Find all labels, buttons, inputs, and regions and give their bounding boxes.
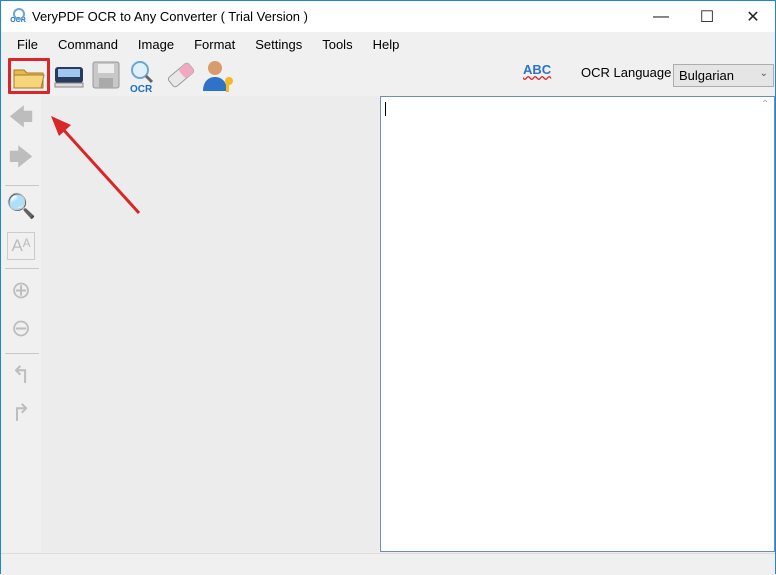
rotate-left-icon: ↰ (10, 361, 32, 389)
spell-check-button[interactable]: ABC (523, 62, 555, 94)
menu-file[interactable]: File (7, 37, 48, 52)
menu-tools[interactable]: Tools (312, 37, 362, 52)
app-icon: OCR (10, 7, 26, 26)
status-bar (1, 553, 775, 574)
menu-help[interactable]: Help (363, 37, 410, 52)
title-bar: OCR VeryPDF OCR to Any Converter ( Trial… (1, 1, 775, 32)
previous-page-button[interactable]: 🡄 (7, 104, 35, 134)
image-viewer[interactable] (41, 96, 379, 552)
rotate-right-icon: ↱ (10, 399, 32, 427)
chevron-down-icon: ⌄ (759, 68, 768, 79)
left-tool-strip: 🡄 🡆 🔍 Aᴬ ⊕ ⊖ ↰ ↱ (1, 96, 41, 552)
register-button[interactable] (202, 59, 234, 92)
maximize-button[interactable]: ☐ (684, 1, 730, 32)
ocr-button[interactable]: OCR (127, 59, 159, 95)
menu-format[interactable]: Format (184, 37, 245, 52)
menu-settings[interactable]: Settings (245, 37, 312, 52)
ocr-language-value: Bulgarian (679, 68, 734, 83)
arrow-left-icon: 🡄 (8, 103, 34, 131)
rotate-right-button[interactable]: ↱ (7, 399, 35, 427)
scroll-up-icon[interactable]: ⌃ (761, 99, 769, 110)
eraser-button[interactable] (165, 59, 197, 91)
floppy-disk-icon (92, 61, 120, 89)
divider (5, 268, 39, 269)
arrow-right-icon: 🡆 (8, 143, 34, 171)
rotate-left-button[interactable]: ↰ (7, 361, 35, 389)
svg-text:OCR: OCR (130, 84, 153, 93)
ocr-language-select[interactable]: Bulgarian ⌄ (673, 64, 774, 87)
text-size-button[interactable]: Aᴬ (7, 232, 35, 260)
spell-check-icon: ABC (523, 62, 552, 77)
user-key-icon (203, 61, 233, 92)
ocr-text-area[interactable]: ⌃ (380, 96, 775, 552)
menu-bar: File Command Image Format Settings Tools… (1, 32, 775, 56)
scanner-icon (54, 67, 84, 88)
ocr-magnifier-icon: OCR (130, 61, 154, 95)
divider (5, 353, 39, 354)
ocr-language-label: OCR Language (581, 65, 672, 80)
scan-button[interactable] (53, 59, 85, 91)
save-button[interactable] (90, 59, 122, 91)
font-size-icon: Aᴬ (11, 236, 31, 255)
text-caret (385, 102, 386, 116)
zoom-out-icon: ⊖ (10, 314, 32, 342)
zoom-in-button[interactable]: ⊕ (7, 276, 35, 304)
divider (5, 185, 39, 186)
next-page-button[interactable]: 🡆 (7, 144, 35, 174)
zoom-in-icon: ⊕ (10, 276, 32, 304)
menu-image[interactable]: Image (128, 37, 184, 52)
toolbar: OCR ABC OCR Language Bulgarian ⌄ (1, 56, 775, 96)
open-file-button[interactable] (8, 58, 50, 94)
zoom-out-button[interactable]: ⊖ (7, 314, 35, 342)
close-button[interactable]: ✕ (730, 1, 776, 32)
menu-command[interactable]: Command (48, 37, 128, 52)
vertical-scrollbar[interactable]: ⌃ (758, 97, 774, 551)
minimize-button[interactable]: — (638, 1, 684, 32)
fit-page-button[interactable]: 🔍 (6, 192, 36, 220)
zoom-fit-icon: 🔍 (6, 192, 36, 220)
folder-icon (13, 69, 45, 89)
window-title: VeryPDF OCR to Any Converter ( Trial Ver… (32, 9, 308, 24)
eraser-icon (167, 62, 195, 88)
